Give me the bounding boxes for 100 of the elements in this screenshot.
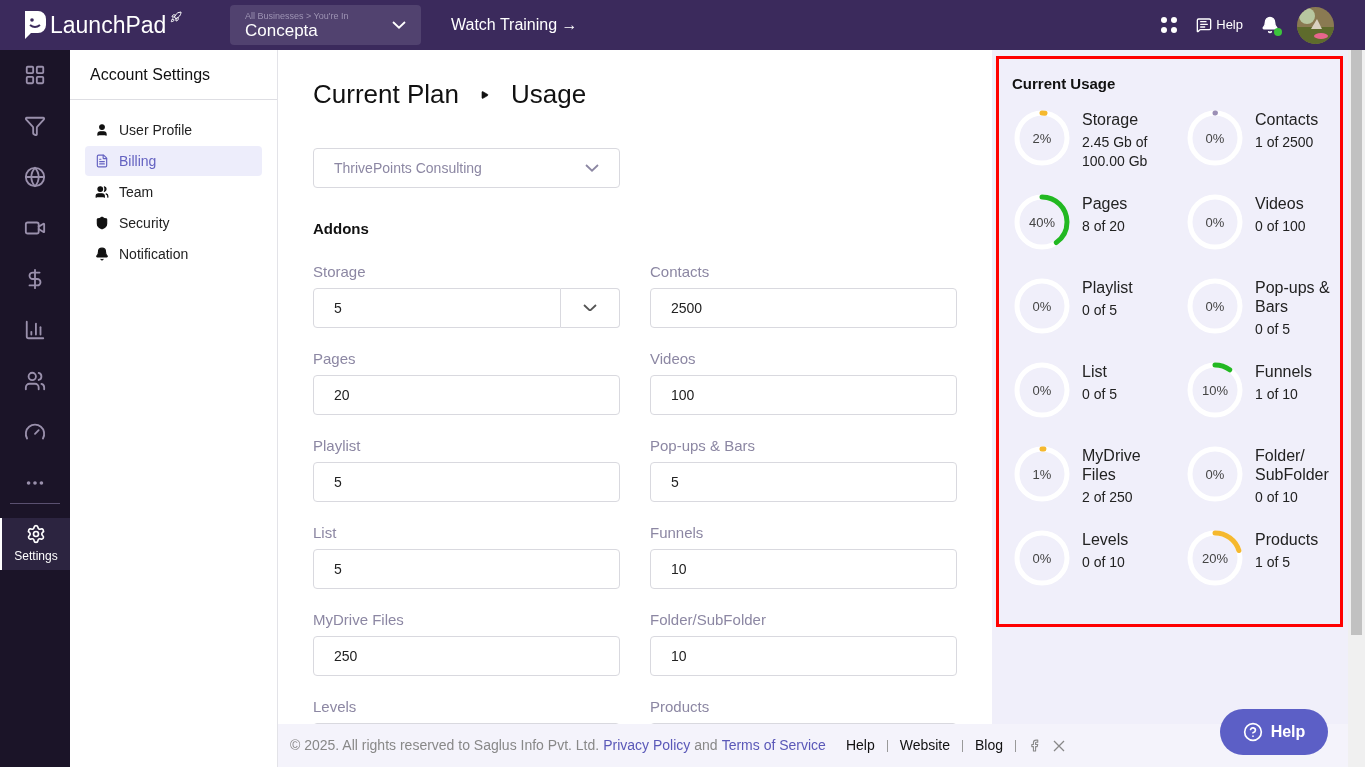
field-label: Contacts — [650, 261, 711, 282]
usage-name: Storage — [1082, 109, 1140, 129]
x-icon[interactable] — [1053, 739, 1066, 752]
chevron-down-icon — [583, 303, 597, 312]
settings-nav-item[interactable]: Security — [85, 208, 262, 238]
input-field[interactable]: 250 — [313, 635, 620, 676]
settings-nav-item[interactable]: Billing — [85, 146, 262, 176]
usage-percent: 1% — [1032, 466, 1052, 481]
footer-link[interactable]: Blog — [975, 735, 1004, 756]
field-label: Storage — [313, 261, 367, 282]
input-field[interactable]: 10 — [650, 635, 957, 676]
terms-link[interactable]: Terms of Service — [721, 735, 826, 756]
usage-name: List — [1082, 361, 1108, 381]
chevron-down-icon — [585, 164, 599, 172]
field-label: Videos — [650, 348, 697, 369]
globe-icon[interactable] — [24, 166, 46, 188]
document-icon — [95, 154, 109, 168]
field-label: List — [313, 522, 338, 543]
input-field[interactable]: 5 — [313, 548, 620, 589]
input-field[interactable]: 20 — [313, 374, 620, 415]
usage-count: 1 of 5 — [1255, 552, 1292, 572]
bar-chart-icon[interactable] — [24, 319, 46, 341]
funnel-icon[interactable] — [24, 115, 46, 137]
settings-rail-item[interactable]: Settings — [0, 518, 70, 570]
usage-count: 2 of 250 — [1082, 487, 1134, 507]
input-field[interactable]: 2500 — [650, 287, 957, 328]
field-label: Pages — [313, 348, 357, 369]
bell-icon[interactable] — [1261, 16, 1279, 34]
usage-percent: 40% — [1029, 214, 1055, 229]
input-field[interactable]: 5 — [313, 461, 620, 502]
usage-name: Videos — [1255, 193, 1305, 213]
usage-percent: 20% — [1202, 550, 1228, 565]
business-switcher[interactable]: All Businesses > You're In Concepta — [230, 5, 421, 45]
settings-nav-item[interactable]: Notification — [85, 239, 262, 269]
usage-percent: 0% — [1032, 382, 1052, 397]
conjunction-text: and — [694, 736, 718, 755]
usage-name: Pages — [1082, 193, 1129, 213]
settings-nav-item[interactable]: User Profile — [85, 115, 262, 145]
input-field[interactable]: 5 — [313, 287, 561, 328]
usage-count: 0 of 10 — [1255, 487, 1299, 507]
field-label: Levels — [313, 696, 358, 717]
breadcrumb-item[interactable]: Current Plan — [313, 75, 459, 114]
usage-name: MyDrive Files — [1082, 445, 1142, 484]
footer-link[interactable]: Website — [899, 735, 951, 756]
settings-nav-item[interactable]: Team — [85, 177, 262, 207]
panel-title: Account Settings — [90, 64, 211, 85]
usage-name: Folder/ SubFolder — [1255, 445, 1330, 484]
chevron-down-icon — [392, 21, 406, 29]
usage-percent: 0% — [1205, 298, 1225, 313]
rocket-icon — [170, 11, 183, 23]
settings-icon — [26, 523, 46, 544]
usage-name: Contacts — [1255, 109, 1320, 129]
usage-count: 0 of 5 — [1255, 319, 1292, 339]
input-field[interactable]: 100 — [650, 374, 957, 415]
usage-count: 1 of 10 — [1255, 384, 1299, 404]
usage-count: 0 of 5 — [1082, 384, 1119, 404]
usage-count: 0 of 100 — [1255, 216, 1307, 236]
watch-training-link[interactable]: Watch Training → — [451, 13, 578, 37]
privacy-link[interactable]: Privacy Policy — [603, 735, 691, 756]
usage-percent: 0% — [1032, 550, 1052, 565]
help-icon — [1242, 722, 1263, 742]
dashboard-icon[interactable] — [24, 64, 46, 86]
input-field[interactable]: 10 — [650, 548, 957, 589]
shield-icon — [95, 216, 109, 230]
help-button[interactable]: Help — [1220, 709, 1328, 755]
usage-percent: 2% — [1032, 130, 1052, 145]
usage-name: Playlist — [1082, 277, 1134, 297]
field-label: Pop-ups & Bars — [650, 435, 757, 456]
apps-icon[interactable] — [1160, 16, 1179, 34]
usage-count: 0 of 5 — [1082, 300, 1119, 320]
avatar[interactable] — [1297, 6, 1334, 44]
app-logo-text: LaunchPad — [50, 10, 167, 40]
usage-name: Pop-ups & Bars — [1255, 277, 1331, 316]
bell-icon — [95, 247, 109, 261]
usage-percent: 0% — [1032, 298, 1052, 313]
help-link[interactable]: Help — [1196, 15, 1243, 35]
usage-percent: 0% — [1205, 214, 1225, 229]
breadcrumb-item: Usage — [510, 78, 587, 111]
field-label: Products — [650, 696, 711, 717]
usage-count: 8 of 20 — [1082, 216, 1126, 236]
caret-icon — [480, 90, 489, 99]
panel-title: Current Usage — [1012, 74, 1117, 94]
usage-count: 2.45 Gb of 100.00 Gb — [1082, 132, 1149, 171]
footer-link[interactable]: Help — [845, 735, 875, 756]
people-icon[interactable] — [24, 370, 46, 392]
field-label: Playlist — [313, 435, 362, 456]
input-field[interactable]: 5 — [650, 461, 957, 502]
usage-percent: 0% — [1205, 130, 1225, 145]
switcher-breadcrumb: All Businesses > You're In — [245, 11, 349, 21]
help-chat-icon — [1196, 17, 1213, 33]
field-label: MyDrive Files — [313, 609, 405, 630]
usage-name: Products — [1255, 529, 1320, 549]
business-name: Concepta — [245, 21, 319, 39]
usage-count: 1 of 2500 — [1255, 132, 1315, 152]
usage-name: Levels — [1082, 529, 1130, 549]
business-select[interactable]: ThrivePoints Consulting — [313, 148, 620, 188]
section-title: Addons — [313, 219, 370, 239]
usage-count: 0 of 10 — [1082, 552, 1126, 572]
usage-percent: 0% — [1205, 466, 1225, 481]
user-icon — [95, 123, 109, 137]
